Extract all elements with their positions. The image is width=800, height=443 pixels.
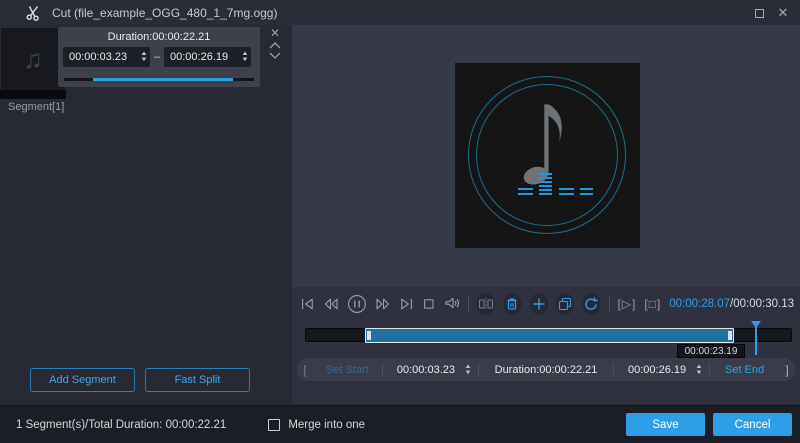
segment-start-stepper[interactable]: ▲ ▼ [137, 47, 150, 67]
stepper-down-icon[interactable]: ▼ [695, 370, 703, 376]
fast-forward-icon[interactable] [375, 296, 391, 312]
segment-thumbnail[interactable]: ♫ [1, 28, 65, 90]
move-up-icon[interactable] [269, 42, 281, 49]
close-button[interactable]: ✕ [774, 4, 792, 22]
scissors-icon [25, 5, 41, 21]
range-separator: – [150, 51, 164, 63]
player-panel: [▷] [□] 00:00:28.07/00:00:30.13 00:00:23… [292, 25, 800, 405]
window-title: Cut (file_example_OGG_480_1_7mg.ogg) [52, 6, 277, 20]
rewind-icon[interactable] [323, 296, 339, 312]
copy-button[interactable] [556, 293, 574, 315]
trim-start-input[interactable]: 00:00:03.23 ▲ ▼ [383, 364, 478, 376]
music-note-icon: ♫ [23, 44, 43, 75]
maximize-icon [755, 9, 764, 18]
trim-start-value: 00:00:03.23 [387, 364, 461, 376]
trim-duration-label: Duration:00:00:22.21 [479, 364, 613, 376]
trim-end-input[interactable]: 00:00:26.19 ▲ ▼ [614, 364, 709, 376]
segment-end-input[interactable]: 00:00:26.19 ▲ ▼ [164, 47, 251, 67]
selection-start-handle[interactable] [367, 331, 371, 340]
delete-segment-icon[interactable]: ✕ [270, 27, 280, 39]
volume-icon[interactable] [444, 296, 460, 312]
stepper-down-icon[interactable]: ▼ [464, 370, 472, 376]
stop-selection-button[interactable]: [□] [644, 297, 661, 311]
merge-checkbox[interactable] [268, 419, 280, 431]
move-down-icon[interactable] [269, 52, 281, 59]
cut-dialog-window: Cut (file_example_OGG_480_1_7mg.ogg) ✕ ♫… [0, 0, 800, 443]
split-segment-button[interactable] [477, 293, 495, 315]
playhead-tooltip: 00:00:23.19 [677, 344, 745, 358]
trim-end-value: 00:00:26.19 [618, 364, 692, 376]
cancel-button[interactable]: Cancel [713, 413, 792, 436]
segment-end-stepper[interactable]: ▲ ▼ [238, 47, 251, 67]
open-bracket: [ [297, 363, 313, 377]
footer-bar: 1 Segment(s)/Total Duration: 00:00:22.21… [0, 405, 800, 443]
maximize-button[interactable] [750, 4, 768, 22]
trim-end-stepper[interactable]: ▲ ▼ [692, 364, 705, 376]
selection-end-handle[interactable] [728, 331, 732, 340]
toolbar-separator [609, 296, 610, 312]
set-start-button[interactable]: Set Start [313, 364, 382, 376]
save-button[interactable]: Save [626, 413, 705, 436]
fast-split-button[interactable]: Fast Split [145, 368, 250, 392]
trim-start-stepper[interactable]: ▲ ▼ [461, 364, 474, 376]
stepper-down-icon[interactable]: ▼ [140, 57, 148, 63]
stepper-down-icon[interactable]: ▼ [241, 57, 249, 63]
skip-start-icon[interactable] [300, 296, 315, 312]
thumbnail-strip [0, 90, 66, 99]
audio-artwork [455, 63, 640, 248]
delete-button[interactable] [503, 293, 521, 315]
close-icon: ✕ [778, 5, 789, 21]
total-time: 00:00:30.13 [733, 298, 794, 310]
timeline-track[interactable]: 00:00:23.19 [305, 328, 792, 342]
close-bracket: ] [779, 363, 795, 377]
skip-end-icon[interactable] [399, 296, 414, 312]
timeline-selection[interactable] [365, 328, 734, 343]
preview-area [292, 25, 800, 287]
reset-button[interactable] [582, 293, 600, 315]
playhead-line[interactable] [755, 327, 757, 355]
set-end-button[interactable]: Set End [710, 364, 779, 376]
merge-checkbox-label[interactable]: Merge into one [288, 419, 365, 431]
toolbar-separator [468, 296, 469, 312]
segment-start-input[interactable]: 00:00:03.23 ▲ ▼ [63, 47, 150, 67]
current-time: 00:00:28.07 [669, 298, 730, 310]
add-button[interactable] [530, 293, 548, 315]
segment-mini-progress [64, 78, 254, 81]
titlebar: Cut (file_example_OGG_480_1_7mg.ogg) ✕ [0, 0, 800, 25]
add-segment-button[interactable]: Add Segment [30, 368, 135, 392]
transport-bar: [▷] [□] 00:00:28.07/00:00:30.13 [300, 293, 794, 315]
play-selection-button[interactable]: [▷] [617, 297, 636, 311]
segment-summary: 1 Segment(s)/Total Duration: 00:00:22.21 [16, 419, 226, 431]
segment-mini-progress-fill [93, 78, 234, 81]
time-display: 00:00:28.07/00:00:30.13 [669, 298, 794, 310]
segment-editor-popup: Duration:00:00:22.21 00:00:03.23 ▲ ▼ – 0… [58, 27, 260, 87]
player-controls-area: [▷] [□] 00:00:28.07/00:00:30.13 00:00:23… [292, 287, 800, 405]
segment-list-panel: ♫ Segment[1] Duration:00:00:22.21 00:00:… [0, 25, 292, 405]
trim-control-bar: [ Set Start 00:00:03.23 ▲ ▼ Duration:00:… [297, 358, 795, 381]
pause-button-icon[interactable] [347, 294, 367, 314]
segment-start-value: 00:00:03.23 [63, 47, 137, 67]
segment-label: Segment[1] [8, 101, 64, 113]
segment-duration-label: Duration:00:00:22.21 [58, 27, 260, 43]
segment-end-value: 00:00:26.19 [164, 47, 238, 67]
segment-editor-rail: ✕ [266, 27, 284, 59]
stop-icon[interactable] [422, 296, 436, 312]
